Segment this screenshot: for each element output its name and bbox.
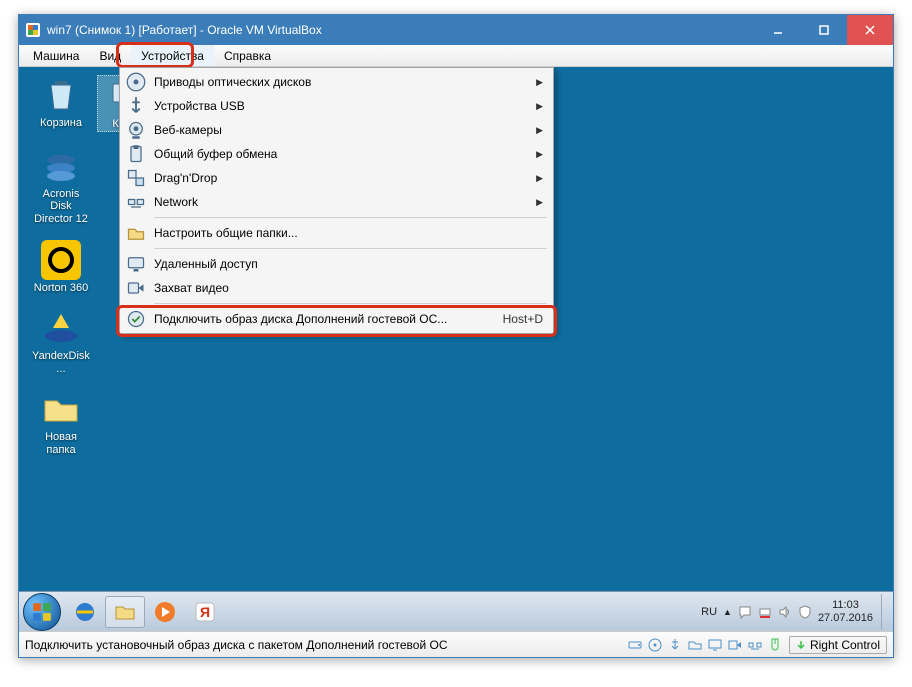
window-controls: [755, 15, 893, 45]
chevron-right-icon: ▶: [536, 101, 543, 112]
devices-dropdown: Приводы оптических дисков▶ Устройства US…: [119, 67, 554, 334]
virtualbox-icon: [25, 22, 41, 38]
network-icon: [126, 192, 146, 212]
desktop-icon-acronis[interactable]: Acronis Disk Director 12: [31, 146, 91, 226]
indicator-mouse-icon[interactable]: [767, 637, 783, 653]
start-button[interactable]: [23, 593, 61, 631]
desktop-icon-new-folder[interactable]: Новая папка: [31, 389, 91, 456]
virtualbox-window: win7 (Снимок 1) [Работает] - Oracle VM V…: [18, 14, 894, 658]
menu-optical-drives[interactable]: Приводы оптических дисков▶: [122, 70, 551, 94]
menu-webcams[interactable]: Веб-камеры▶: [122, 118, 551, 142]
tray-lang[interactable]: RU: [701, 606, 717, 618]
webcam-icon: [126, 120, 146, 140]
taskbar-yandex[interactable]: Я: [185, 596, 225, 628]
desktop-icon-yandexdisk[interactable]: YandexDisk...: [31, 308, 91, 375]
yandexdisk-icon: [41, 308, 81, 348]
show-desktop-button[interactable]: [881, 594, 889, 630]
arrow-down-icon: [796, 640, 806, 650]
desktop-icon-recycle-bin[interactable]: Корзина: [31, 75, 91, 132]
menu-usb-devices[interactable]: Устройства USB▶: [122, 94, 551, 118]
guest-taskbar: Я RU ▲ 11:03 27.07.2016: [19, 591, 893, 631]
menu-shared-clipboard[interactable]: Общий буфер обмена▶: [122, 142, 551, 166]
menu-separator: [154, 303, 547, 304]
host-key-indicator[interactable]: Right Control: [789, 636, 887, 654]
menu-network[interactable]: Network▶: [122, 190, 551, 214]
taskbar-explorer[interactable]: [105, 596, 145, 628]
tray-action-center-icon[interactable]: [738, 605, 752, 619]
tray-clock[interactable]: 11:03 27.07.2016: [818, 599, 875, 623]
taskbar-wmp[interactable]: [145, 596, 185, 628]
indicator-disc-icon[interactable]: [647, 637, 663, 653]
statusbar-indicators: [627, 637, 783, 653]
chevron-right-icon: ▶: [536, 125, 543, 136]
indicator-network-icon[interactable]: [747, 637, 763, 653]
recycle-bin-icon: [41, 75, 81, 115]
menu-devices[interactable]: Устройства: [131, 45, 214, 66]
desktop-icon-norton[interactable]: Norton 360: [31, 240, 91, 295]
menu-help[interactable]: Справка: [214, 45, 281, 66]
menu-view[interactable]: Вид: [89, 45, 131, 66]
clipboard-icon: [126, 144, 146, 164]
tray-volume-icon[interactable]: [778, 605, 792, 619]
menu-shared-folders-settings[interactable]: Настроить общие папки...: [122, 221, 551, 245]
statusbar: Подключить установочный образ диска с па…: [19, 631, 893, 657]
capture-icon: [126, 278, 146, 298]
indicator-shared-folder-icon[interactable]: [687, 637, 703, 653]
indicator-hdd-icon[interactable]: [627, 637, 643, 653]
chevron-right-icon: ▶: [536, 173, 543, 184]
svg-text:Я: Я: [200, 604, 210, 620]
guest-add-icon: [126, 309, 146, 329]
taskbar-ie[interactable]: [65, 596, 105, 628]
drag-icon: [126, 168, 146, 188]
window-title: win7 (Снимок 1) [Работает] - Oracle VM V…: [47, 23, 755, 37]
menu-video-capture[interactable]: Захват видео: [122, 276, 551, 300]
status-message: Подключить установочный образ диска с па…: [25, 638, 627, 652]
indicator-display-icon[interactable]: [707, 637, 723, 653]
minimize-button[interactable]: [755, 15, 801, 45]
tray-network-icon[interactable]: [758, 605, 772, 619]
menu-separator: [154, 248, 547, 249]
tray-shield-icon[interactable]: [798, 605, 812, 619]
menu-remote-display[interactable]: Удаленный доступ: [122, 252, 551, 276]
indicator-usb-icon[interactable]: [667, 637, 683, 653]
tray-chevron-icon[interactable]: ▲: [723, 607, 732, 617]
menubar: Машина Вид Устройства Справка: [19, 45, 893, 67]
menu-separator: [154, 217, 547, 218]
maximize-button[interactable]: [801, 15, 847, 45]
acronis-icon: [41, 146, 81, 186]
menu-machine[interactable]: Машина: [23, 45, 89, 66]
norton-icon: [41, 240, 81, 280]
usb-icon: [126, 96, 146, 116]
indicator-capture-icon[interactable]: [727, 637, 743, 653]
chevron-right-icon: ▶: [536, 197, 543, 208]
menu-insert-guest-additions[interactable]: Подключить образ диска Дополнений гостев…: [122, 307, 551, 331]
system-tray: RU ▲ 11:03 27.07.2016: [697, 594, 893, 630]
chevron-right-icon: ▶: [536, 77, 543, 88]
titlebar: win7 (Снимок 1) [Работает] - Oracle VM V…: [19, 15, 893, 45]
disc-icon: [126, 72, 146, 92]
chevron-right-icon: ▶: [536, 149, 543, 160]
guest-display: Корзина Ком... Acronis Disk Director 12 …: [19, 67, 893, 631]
folder-icon: [41, 389, 81, 429]
folder-gear-icon: [126, 223, 146, 243]
remote-icon: [126, 254, 146, 274]
close-button[interactable]: [847, 15, 893, 45]
menu-drag-n-drop[interactable]: Drag'n'Drop▶: [122, 166, 551, 190]
